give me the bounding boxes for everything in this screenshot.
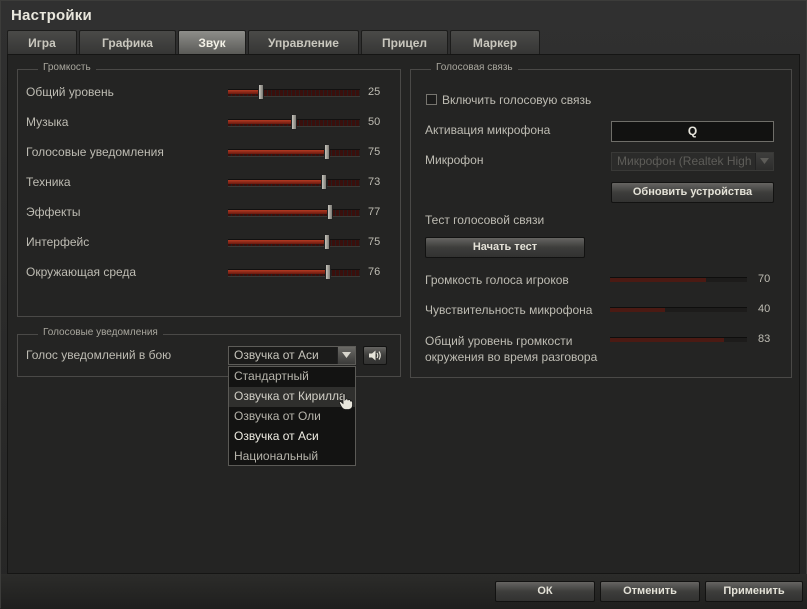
- volume-label: Техника: [26, 175, 71, 189]
- slider-thumb[interactable]: [324, 144, 330, 160]
- tab-crosshair[interactable]: Прицел: [361, 30, 448, 54]
- volume-label: Интерфейс: [26, 235, 90, 249]
- voice-notifications-legend: Голосовые уведомления: [38, 327, 163, 338]
- slider-fill: [228, 210, 330, 214]
- volume-legend: Громкость: [38, 62, 96, 73]
- voice-test-label: Тест голосовой связи: [425, 213, 545, 227]
- volume-value: 75: [368, 236, 381, 248]
- volume-label: Эффекты: [26, 205, 81, 219]
- volume-slider[interactable]: [228, 234, 360, 250]
- slider-thumb[interactable]: [321, 174, 328, 190]
- enable-voice-chat-label: Включить голосовую связь: [442, 93, 592, 107]
- voice-options-dropdown: Стандартный Озвучка от Кирилла Озвучка о…: [228, 366, 356, 466]
- player-voice-volume-slider[interactable]: [610, 277, 747, 282]
- voice-notifications-label: Голос уведомлений в бою: [26, 348, 172, 362]
- volume-value: 25: [368, 86, 381, 98]
- microphone-label: Микрофон: [425, 153, 484, 167]
- microphone-select[interactable]: Микрофон (Realtek High: [611, 152, 774, 171]
- volume-group: Громкость: [17, 62, 401, 317]
- slider-thumb[interactable]: [326, 204, 333, 220]
- slider-fill: [228, 270, 329, 274]
- dropdown-option[interactable]: Национальный: [229, 447, 355, 467]
- voice-chat-legend: Голосовая связь: [431, 62, 518, 73]
- dropdown-option-selected[interactable]: Озвучка от Аси: [229, 427, 355, 447]
- mic-sensitivity-value: 40: [758, 303, 771, 315]
- tab-marker[interactable]: Маркер: [450, 30, 540, 54]
- slider-fill: [228, 120, 294, 124]
- mic-sensitivity-slider[interactable]: [610, 307, 747, 312]
- ok-button[interactable]: ОК: [495, 581, 595, 602]
- volume-slider[interactable]: [228, 114, 360, 130]
- chevron-down-icon: [337, 347, 355, 364]
- window-title: Настройки: [11, 7, 92, 24]
- volume-slider[interactable]: [228, 204, 360, 220]
- voice-notifications-selected: Озвучка от Аси: [234, 348, 319, 362]
- mic-activation-label: Активация микрофона: [425, 123, 551, 137]
- ambient-volume-during-talk-value: 83: [758, 333, 771, 345]
- volume-label: Общий уровень: [26, 85, 114, 99]
- volume-value: 75: [368, 146, 381, 158]
- enable-voice-chat-checkbox[interactable]: [426, 94, 437, 105]
- volume-value: 76: [368, 266, 381, 278]
- start-test-button[interactable]: Начать тест: [425, 237, 585, 258]
- voice-notifications-select[interactable]: Озвучка от Аси: [228, 346, 356, 365]
- hand-cursor-icon: [339, 393, 353, 410]
- player-voice-volume-label: Громкость голоса игроков: [425, 273, 569, 287]
- mic-activation-key[interactable]: Q: [611, 121, 774, 142]
- dropdown-option[interactable]: Озвучка от Оли: [229, 407, 355, 427]
- slider-fill: [228, 180, 325, 184]
- mic-sensitivity-label: Чувствительность микрофона: [425, 303, 593, 317]
- settings-window: Настройки Игра Графика Звук Управление П…: [0, 0, 807, 609]
- apply-button[interactable]: Применить: [705, 581, 803, 602]
- volume-value: 73: [368, 176, 381, 188]
- chevron-down-icon: [755, 153, 773, 170]
- ambient-volume-during-talk-label: Общий уровень громкости окружения во вре…: [425, 334, 598, 364]
- tab-controls[interactable]: Управление: [248, 30, 359, 54]
- volume-slider[interactable]: [228, 264, 360, 280]
- slider-thumb[interactable]: [324, 234, 330, 250]
- volume-value: 77: [368, 206, 381, 218]
- volume-label: Окружающая среда: [26, 265, 137, 279]
- slider-thumb[interactable]: [291, 114, 297, 130]
- slider-fill: [228, 240, 327, 244]
- dropdown-option[interactable]: Стандартный: [229, 367, 355, 387]
- sound-preview-button[interactable]: [363, 346, 387, 365]
- tab-sound[interactable]: Звук: [178, 30, 246, 54]
- slider-fill: [228, 90, 261, 94]
- volume-slider[interactable]: [228, 144, 360, 160]
- refresh-devices-button[interactable]: Обновить устройства: [611, 182, 774, 203]
- player-voice-volume-value: 70: [758, 273, 771, 285]
- volume-slider[interactable]: [228, 174, 360, 190]
- speaker-icon: [369, 350, 381, 361]
- tab-graphics[interactable]: Графика: [79, 30, 176, 54]
- volume-label: Голосовые уведомления: [26, 145, 164, 159]
- ambient-volume-during-talk-slider[interactable]: [610, 337, 747, 342]
- cancel-button[interactable]: Отменить: [600, 581, 700, 602]
- volume-slider[interactable]: [228, 84, 360, 100]
- slider-thumb[interactable]: [325, 264, 332, 280]
- tab-bar: Игра Графика Звук Управление Прицел Марк…: [7, 30, 542, 54]
- microphone-value: Микрофон (Realtek High: [617, 154, 752, 168]
- volume-label: Музыка: [26, 115, 69, 129]
- slider-thumb[interactable]: [258, 84, 264, 100]
- volume-value: 50: [368, 116, 381, 128]
- slider-fill: [228, 150, 327, 154]
- tab-game[interactable]: Игра: [7, 30, 77, 54]
- dropdown-option-hovered[interactable]: Озвучка от Кирилла: [229, 387, 355, 407]
